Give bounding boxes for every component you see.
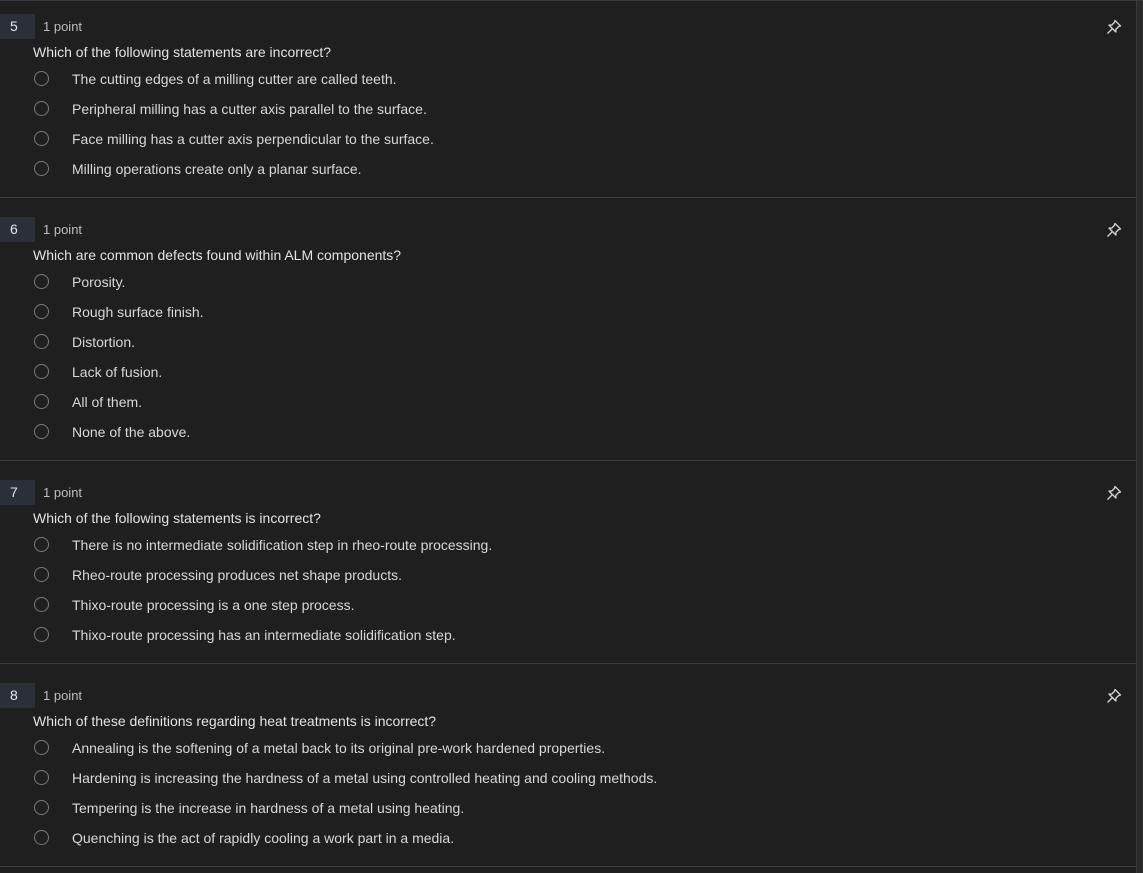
answer-option[interactable]: Lack of fusion.: [0, 358, 1137, 388]
radio-button[interactable]: [34, 830, 49, 845]
question-number: 8: [0, 683, 35, 708]
answer-option-label: Hardening is increasing the hardness of …: [72, 770, 658, 786]
radio-button[interactable]: [34, 101, 49, 116]
answer-option-label: Thixo-route processing is a one step pro…: [72, 597, 355, 613]
answer-option-label: Thixo-route processing has an intermedia…: [72, 627, 456, 643]
radio-button[interactable]: [34, 71, 49, 86]
answer-option[interactable]: All of them.: [0, 388, 1137, 418]
pin-icon[interactable]: [1105, 484, 1123, 502]
radio-button[interactable]: [34, 274, 49, 289]
answer-option[interactable]: Thixo-route processing is a one step pro…: [0, 591, 1137, 621]
question-card: 5 1 point Which of the following stateme…: [0, 1, 1137, 198]
answer-option[interactable]: Annealing is the softening of a metal ba…: [0, 734, 1137, 764]
question-number: 6: [0, 217, 35, 242]
answer-option-label: Quenching is the act of rapidly cooling …: [72, 830, 455, 846]
radio-button[interactable]: [34, 304, 49, 319]
answer-option[interactable]: There is no intermediate solidification …: [0, 531, 1137, 561]
answer-option[interactable]: Milling operations create only a planar …: [0, 155, 1137, 185]
pin-icon[interactable]: [1105, 687, 1123, 705]
answer-option-label: The cutting edges of a milling cutter ar…: [72, 71, 397, 87]
answer-options: The cutting edges of a milling cutter ar…: [0, 65, 1137, 185]
radio-button[interactable]: [34, 740, 49, 755]
radio-button[interactable]: [34, 800, 49, 815]
radio-button[interactable]: [34, 424, 49, 439]
answer-option[interactable]: Thixo-route processing has an intermedia…: [0, 621, 1137, 651]
answer-option-label: Annealing is the softening of a metal ba…: [72, 740, 606, 756]
answer-option[interactable]: Rough surface finish.: [0, 298, 1137, 328]
question-number: 7: [0, 480, 35, 505]
answer-option-label: There is no intermediate solidification …: [72, 537, 493, 553]
radio-button[interactable]: [34, 627, 49, 642]
question-header: 8 1 point: [0, 683, 1137, 708]
answer-options: There is no intermediate solidification …: [0, 531, 1137, 651]
pin-icon[interactable]: [1105, 221, 1123, 239]
answer-option-label: Tempering is the increase in hardness of…: [72, 800, 465, 816]
question-header: 6 1 point: [0, 217, 1137, 242]
radio-button[interactable]: [34, 334, 49, 349]
radio-button[interactable]: [34, 131, 49, 146]
answer-option[interactable]: The cutting edges of a milling cutter ar…: [0, 65, 1137, 95]
answer-option[interactable]: Distortion.: [0, 328, 1137, 358]
answer-option-label: Porosity.: [72, 274, 126, 290]
answer-option-label: None of the above.: [72, 424, 191, 440]
answer-option-label: All of them.: [72, 394, 143, 410]
scrollbar-track[interactable]: [1136, 1, 1143, 873]
answer-option-label: Rheo-route processing produces net shape…: [72, 567, 402, 583]
question-card: 6 1 point Which are common defects found…: [0, 198, 1137, 461]
question-text: Which of these definitions regarding hea…: [33, 713, 437, 729]
question-text: Which of the following statements is inc…: [33, 510, 321, 526]
answer-option-label: Milling operations create only a planar …: [72, 161, 362, 177]
radio-button[interactable]: [34, 394, 49, 409]
question-points: 1 point: [43, 688, 83, 703]
answer-option-label: Distortion.: [72, 334, 136, 350]
question-text: Which of the following statements are in…: [33, 44, 332, 60]
radio-button[interactable]: [34, 597, 49, 612]
quiz-page: 5 1 point Which of the following stateme…: [0, 0, 1143, 873]
pin-icon[interactable]: [1105, 18, 1123, 36]
answer-options: Annealing is the softening of a metal ba…: [0, 734, 1137, 854]
answer-option[interactable]: Peripheral milling has a cutter axis par…: [0, 95, 1137, 125]
radio-button[interactable]: [34, 770, 49, 785]
answer-option[interactable]: Tempering is the increase in hardness of…: [0, 794, 1137, 824]
answer-option[interactable]: Face milling has a cutter axis perpendic…: [0, 125, 1137, 155]
answer-option[interactable]: Rheo-route processing produces net shape…: [0, 561, 1137, 591]
radio-button[interactable]: [34, 537, 49, 552]
question-card: 7 1 point Which of the following stateme…: [0, 461, 1137, 664]
question-card: 8 1 point Which of these definitions reg…: [0, 664, 1137, 867]
radio-button[interactable]: [34, 567, 49, 582]
answer-option-label: Face milling has a cutter axis perpendic…: [72, 131, 434, 147]
question-header: 7 1 point: [0, 480, 1137, 505]
answer-options: Porosity. Rough surface finish. Distorti…: [0, 268, 1137, 448]
answer-option[interactable]: None of the above.: [0, 418, 1137, 448]
question-header: 5 1 point: [0, 14, 1137, 39]
answer-option-label: Peripheral milling has a cutter axis par…: [72, 101, 427, 117]
radio-button[interactable]: [34, 161, 49, 176]
radio-button[interactable]: [34, 364, 49, 379]
answer-option[interactable]: Quenching is the act of rapidly cooling …: [0, 824, 1137, 854]
answer-option[interactable]: Hardening is increasing the hardness of …: [0, 764, 1137, 794]
answer-option[interactable]: Porosity.: [0, 268, 1137, 298]
answer-option-label: Rough surface finish.: [72, 304, 204, 320]
question-points: 1 point: [43, 485, 83, 500]
question-number: 5: [0, 14, 35, 39]
answer-option-label: Lack of fusion.: [72, 364, 163, 380]
question-points: 1 point: [43, 222, 83, 237]
question-points: 1 point: [43, 19, 83, 34]
question-text: Which are common defects found within AL…: [33, 247, 402, 263]
